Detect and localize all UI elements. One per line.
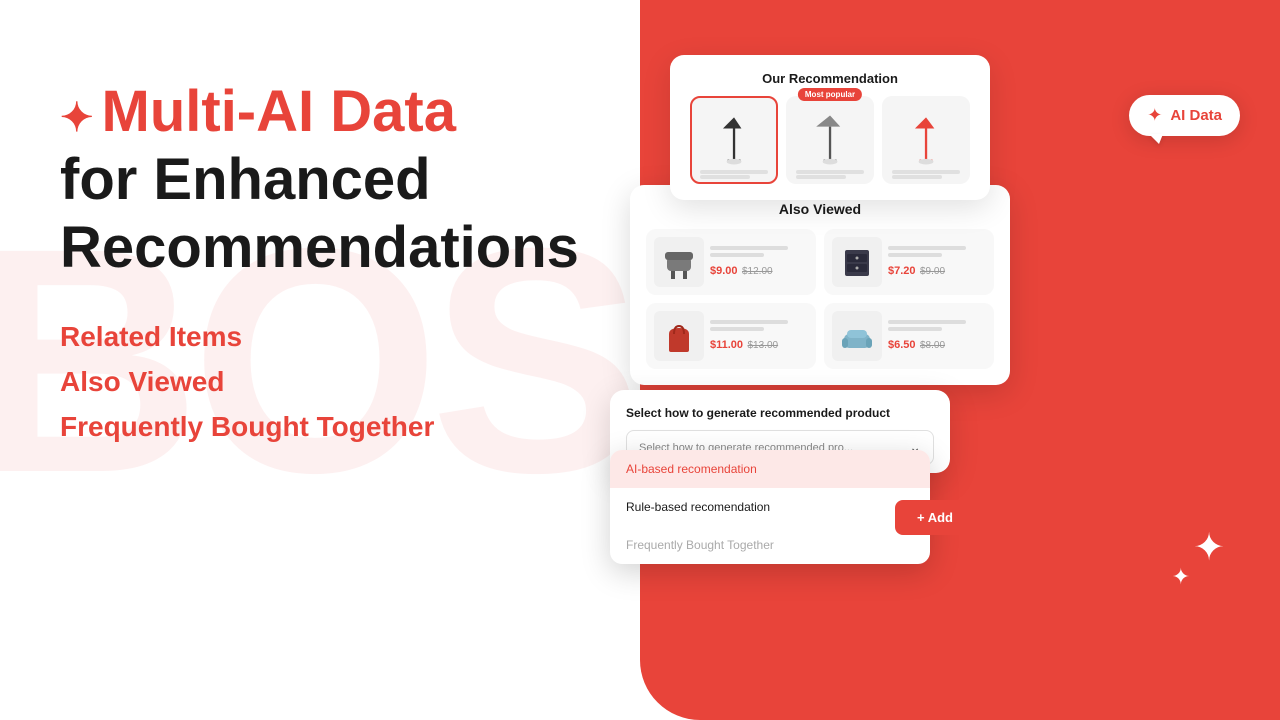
sofa-price-sale: $6.50 [888,339,916,351]
lamp3-icon [899,110,954,170]
title-black-2: Recommendations [60,216,620,280]
rec-item3-line1 [892,170,960,174]
bubble-tail [1149,134,1163,144]
chair-info: $9.00 $12.00 [710,246,808,279]
product-item-chair[interactable]: $9.00 $12.00 [646,229,816,295]
deco-star-small: ✦ [1172,564,1190,590]
rec-item-line1 [700,170,768,174]
hero-content: ✦Multi-AI Data for Enhanced Recommendati… [60,80,620,450]
product-item-dresser[interactable]: $7.20 $9.00 [824,229,994,295]
title-red: ✦Multi-AI Data [60,80,620,144]
rec-item-1[interactable] [690,96,778,184]
bag-lines [710,320,808,331]
product-item-bag[interactable]: $11.00 $13.00 [646,303,816,369]
add-button[interactable]: + Add [895,500,975,535]
recommendation-card: Our Recommendation Most popular [670,55,990,200]
title-black-1: for Enhanced [60,148,620,212]
ai-bubble-text: AI Data [1170,107,1222,124]
dresser-icon [837,242,877,282]
product-item-sofa[interactable]: $6.50 $8.00 [824,303,994,369]
lamp2-icon [803,110,858,170]
bag-info: $11.00 $13.00 [710,320,808,353]
feature-related-items: Related Items [60,315,620,360]
sofa-info: $6.50 $8.00 [888,320,986,353]
dropdown-option-fbt[interactable]: Frequently Bought Together [610,526,930,564]
rec-item2-line2 [796,175,846,179]
rec-item2-line1 [796,170,864,174]
chair-price-orig: $12.00 [742,266,773,277]
right-content: Our Recommendation Most popular [580,0,1280,720]
chair-price-sale: $9.00 [710,265,738,277]
dresser-info: $7.20 $9.00 [888,246,986,279]
rec-item3-line2 [892,175,942,179]
bag-thumb [654,311,704,361]
deco-star-large: ✦ [1193,525,1225,570]
rec-items-row: Most popular [686,96,974,184]
hero-star-icon: ✦ [60,96,94,140]
most-popular-badge: Most popular [798,88,862,101]
dresser-price-sale: $7.20 [888,265,916,277]
sofa-lines [888,320,986,331]
bag-price-orig: $13.00 [748,340,779,351]
dropdown-label: Select how to generate recommended produ… [626,406,934,420]
feature-frequently-bought: Frequently Bought Together [60,405,620,450]
also-viewed-title: Also Viewed [646,201,994,217]
bag-icon [659,316,699,356]
lamp1-icon [707,110,762,170]
sofa-price-orig: $8.00 [920,340,945,351]
features-list: Related Items Also Viewed Frequently Bou… [60,315,620,449]
rec-item-3[interactable] [882,96,970,184]
rec-item-line2 [700,175,750,179]
chair-icon [659,242,699,282]
rec-item-2[interactable]: Most popular [786,96,874,184]
ai-data-bubble: ✦ AI Data [1129,95,1240,136]
feature-also-viewed: Also Viewed [60,360,620,405]
product-grid: $9.00 $12.00 [646,229,994,369]
chair-thumb [654,237,704,287]
rec-card-title: Our Recommendation [686,71,974,86]
dresser-price-orig: $9.00 [920,266,945,277]
dropdown-option-ai[interactable]: AI-based recomendation [610,450,930,488]
ai-bubble-star-icon: ✦ [1147,105,1162,126]
chair-lines [710,246,808,257]
also-viewed-card: Also Viewed $9.00 $12 [630,185,1010,385]
sofa-icon [837,316,877,356]
dresser-lines [888,246,986,257]
sofa-thumb [832,311,882,361]
dresser-thumb [832,237,882,287]
dropdown-option-rule[interactable]: Rule-based recomendation [610,488,930,526]
bag-price-sale: $11.00 [710,339,743,351]
dropdown-options-panel: AI-based recomendation Rule-based recome… [610,450,930,564]
